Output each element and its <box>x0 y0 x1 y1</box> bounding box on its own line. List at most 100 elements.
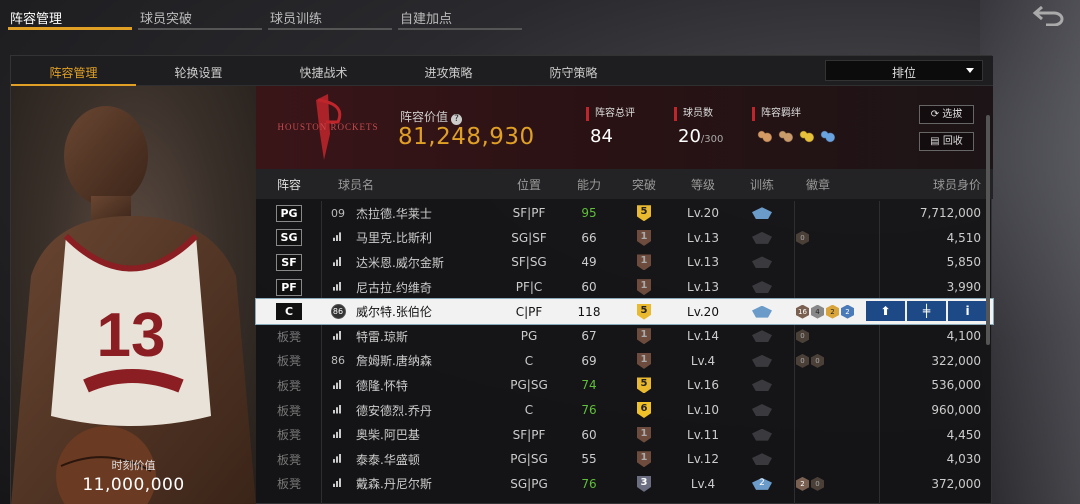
training-icon <box>752 330 772 343</box>
breakthrough-cell: 1 <box>614 229 674 246</box>
badge-icon: 0 <box>796 353 809 368</box>
moment-value-amount: 11,000,000 <box>82 475 185 495</box>
slot-badge: C <box>276 303 302 321</box>
table-row[interactable]: 板凳 戴森.丹尼尔斯 SG|PG 76 3 Lv.4 2 2 0 372,000 <box>256 472 993 497</box>
header-ability[interactable]: 能力 <box>564 176 614 193</box>
player-price: 4,450 <box>946 427 981 442</box>
header-position[interactable]: 位置 <box>494 176 564 193</box>
table-row[interactable]: 板凳 德隆.怀特 PG|SG 74 5 Lv.16 536,000 <box>256 373 993 398</box>
bond-icons[interactable] <box>756 129 835 143</box>
signal-bars-icon <box>333 330 342 340</box>
player-position: SF|PF <box>512 427 546 442</box>
training-cell <box>732 256 792 269</box>
background-right <box>980 0 1080 504</box>
badges-cell: 20 <box>792 476 877 491</box>
select-button[interactable]: ⟳ 选拔 <box>919 105 974 124</box>
player-level: Lv.13 <box>687 230 719 245</box>
info-button[interactable]: i <box>948 301 987 322</box>
chevron-down-icon <box>966 68 974 73</box>
table-row[interactable]: 板凳 德安德烈.乔丹 C 76 6 Lv.10 960,000 <box>256 398 993 423</box>
lineup-value: 81,248,930 <box>398 124 535 150</box>
table-row[interactable]: PF 尼古拉.约维奇 PF|C 60 1 Lv.13 3,990 <box>256 275 993 300</box>
slot-badge: 板凳 <box>276 329 301 344</box>
signal-bars-icon <box>333 478 342 488</box>
player-ability: 118 <box>577 304 601 319</box>
rating-value: 84 <box>590 126 613 147</box>
table-row[interactable]: 板凳 特雷.琼斯 PG 67 1 Lv.14 0 4,100 <box>256 324 993 349</box>
sub-tab-offense[interactable]: 进攻策略 <box>386 56 511 85</box>
top-tab-lineup[interactable]: 阵容管理 <box>8 0 132 30</box>
slot-badge: SF <box>276 253 302 271</box>
badges-cell: 0 <box>792 230 877 245</box>
header-breakthrough[interactable]: 突破 <box>614 176 674 193</box>
player-level: Lv.11 <box>687 427 719 442</box>
train-button[interactable]: ╪ <box>907 301 946 322</box>
player-level: Lv.13 <box>687 255 719 270</box>
breakthrough-cell: 1 <box>614 451 674 468</box>
jersey-cell <box>322 281 354 294</box>
header-level[interactable]: 等级 <box>674 176 732 193</box>
slot-cell: 板凳 <box>256 475 322 492</box>
moment-value-label: 时刻价值 <box>111 459 156 472</box>
training-icon <box>752 207 772 220</box>
upgrade-icon: ⬆ <box>880 304 891 319</box>
table-row[interactable]: 板凳 奥柴.阿巴基 SF|PF 60 1 Lv.11 4,450 <box>256 422 993 447</box>
player-ability: 74 <box>581 378 597 393</box>
count-value: 20/300 <box>678 126 724 147</box>
breakthrough-shield-icon: 1 <box>637 279 651 296</box>
training-cell <box>732 305 792 318</box>
player-position: SF|SG <box>511 255 547 270</box>
header-slot[interactable]: 阵容 <box>256 176 322 193</box>
table-row[interactable]: 板凳 泰泰.华盛顿 PG|SG 55 1 Lv.12 4,030 <box>256 447 993 472</box>
slot-cell: PG <box>256 204 322 222</box>
player-name: 泰泰.华盛顿 <box>356 452 420 467</box>
player-name: 德安德烈.乔丹 <box>356 403 432 418</box>
sort-select[interactable]: 排位 <box>825 60 983 81</box>
player-portrait-image: 13 <box>11 106 256 504</box>
top-tab-custom-points[interactable]: 自建加点 <box>398 0 522 30</box>
player-position: SG|SF <box>511 230 547 245</box>
upgrade-button[interactable]: ⬆ <box>866 301 905 322</box>
training-cell <box>732 354 792 367</box>
player-price: 4,030 <box>946 452 981 467</box>
table-row[interactable]: C 86 威尔特.张伯伦 C|PF 118 5 Lv.20 16 4 2 2 ⬆ ╪ i <box>255 298 994 325</box>
player-ability: 76 <box>581 403 597 418</box>
scrollbar[interactable] <box>986 115 990 345</box>
player-name: 奥柴.阿巴基 <box>356 428 420 443</box>
sub-tab-defense[interactable]: 防守策略 <box>511 56 636 85</box>
table-row[interactable]: 板凳 86 詹姆斯.唐纳森 C 69 1 Lv.4 0 0 322,000 <box>256 349 993 374</box>
top-tab-breakthrough[interactable]: 球员突破 <box>138 0 262 30</box>
header-price[interactable]: 球员身价 <box>877 176 993 193</box>
player-name: 达米恩.威尔金斯 <box>356 255 444 270</box>
badge-icon: 4 <box>811 304 824 319</box>
player-price: 4,100 <box>946 329 981 344</box>
table-row[interactable]: SF 达米恩.威尔金斯 SF|SG 49 1 Lv.13 5,850 <box>256 250 993 275</box>
slot-cell: PF <box>256 278 322 296</box>
header-name[interactable]: 球员名 <box>324 176 464 193</box>
breakthrough-cell: 5 <box>614 377 674 394</box>
jersey-cell: 86 <box>322 304 354 320</box>
player-name: 尼古拉.约维奇 <box>356 280 432 295</box>
breakthrough-shield-icon: 5 <box>637 303 651 320</box>
badge-icon: 2 <box>841 304 854 319</box>
breakthrough-cell: 1 <box>614 352 674 369</box>
slot-cell: 板凳 <box>256 328 322 345</box>
top-tab-training[interactable]: 球员训练 <box>268 0 392 30</box>
sub-tab-rotation[interactable]: 轮换设置 <box>136 56 261 85</box>
header-badges[interactable]: 徽章 <box>792 176 877 193</box>
player-level: Lv.10 <box>687 403 719 418</box>
slot-cell: 板凳 <box>256 352 322 369</box>
back-icon[interactable] <box>1032 4 1066 26</box>
bond-icon <box>819 129 835 143</box>
sub-tab-quick-tactics[interactable]: 快捷战术 <box>261 56 386 85</box>
table-row[interactable]: SG 马里克.比斯利 SG|SF 66 1 Lv.13 0 4,510 <box>256 226 993 251</box>
header-training[interactable]: 训练 <box>732 176 792 193</box>
slot-cell: 板凳 <box>256 426 322 443</box>
training-cell: 2 <box>732 477 792 490</box>
training-icon <box>752 379 772 392</box>
recycle-button[interactable]: ▤ 回收 <box>919 132 974 151</box>
training-cell <box>732 453 792 466</box>
signal-bars-icon <box>333 429 342 439</box>
sub-tab-lineup[interactable]: 阵容管理 <box>11 56 136 86</box>
table-row[interactable]: PG 09 杰拉德.华莱士 SF|PF 95 5 Lv.20 7,712,000 <box>256 201 993 226</box>
